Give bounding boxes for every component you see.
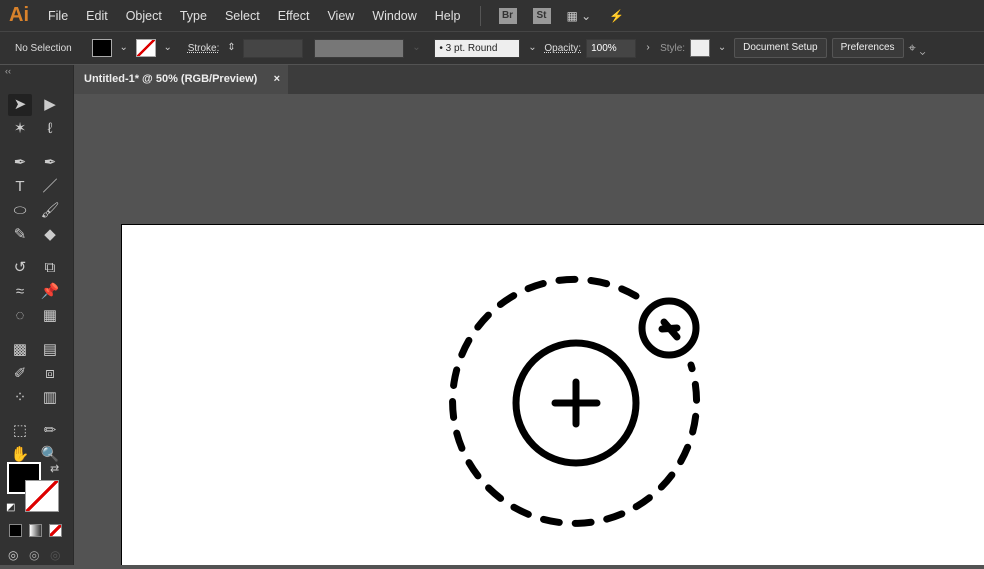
- stroke-label[interactable]: Stroke:: [188, 43, 220, 54]
- stroke-swatch[interactable]: [135, 39, 156, 57]
- swap-icon[interactable]: ⇄: [50, 462, 59, 475]
- menu-help[interactable]: Help: [426, 9, 470, 23]
- default-colors-icon[interactable]: ◩: [6, 502, 15, 513]
- tool-scale-icon[interactable]: ⧉: [38, 257, 62, 279]
- tool-lasso-icon[interactable]: ℓ: [38, 118, 62, 140]
- app-logo: Ai: [9, 4, 29, 26]
- menu-bar: Ai File Edit Object Type Select Effect V…: [0, 0, 984, 31]
- tool-direct-selection-icon[interactable]: ▶: [38, 94, 62, 116]
- tool-shaper-icon[interactable]: ✎: [8, 224, 32, 246]
- tool-curvature-icon[interactable]: ✒: [38, 152, 62, 174]
- bridge-icon[interactable]: Br: [498, 7, 517, 24]
- tool-mesh-icon[interactable]: ▩: [8, 339, 32, 361]
- stock-icon[interactable]: St: [532, 7, 551, 24]
- stroke-color-box[interactable]: [25, 480, 59, 512]
- tool-blend-icon[interactable]: ⧈: [38, 363, 62, 385]
- control-bar: No Selection ⌄ ⌄ Stroke: ⇕ ⌄ • 3 pt. Rou…: [0, 31, 984, 64]
- menu-effect[interactable]: Effect: [269, 9, 319, 23]
- arrange-icon[interactable]: ⌖ ⌄: [909, 40, 926, 56]
- brush-definition[interactable]: • 3 pt. Round: [434, 38, 521, 58]
- document-tab-bar: Untitled-1* @ 50% (RGB/Preview) ×: [74, 65, 984, 94]
- tool-eyedropper-icon[interactable]: ✐: [8, 363, 32, 385]
- tool-magic-wand-icon[interactable]: ✶: [8, 118, 32, 140]
- gradient-mode-icon[interactable]: [29, 524, 42, 537]
- draw-normal-icon[interactable]: ◎: [8, 548, 18, 562]
- collapse-icon[interactable]: ‹‹: [5, 66, 11, 76]
- tool-paintbrush-icon[interactable]: 🖌: [38, 200, 62, 222]
- opacity-label[interactable]: Opacity:: [544, 43, 581, 54]
- fill-swatch[interactable]: [91, 39, 112, 57]
- menu-object[interactable]: Object: [117, 9, 171, 23]
- tool-artboard-icon[interactable]: ⬚: [8, 420, 32, 442]
- tools-panel: ‹‹ ➤ ▶ ✶ ℓ ✒ ✒ T ／ ⬭ 🖌 ✎ ◆ ↺ ⧉ ≈ 📌 ◌ ▦ ▩ ▤ ✐ ⧈ ⁘ ▥ ⬚ ✏ ✋ 🔍 ⇄ ◩ ◎ ◎ …: [0, 65, 74, 565]
- tool-warp-icon[interactable]: ≈: [8, 281, 32, 303]
- opacity-input[interactable]: 100%: [586, 38, 637, 58]
- chevron-down-icon[interactable]: ⌄: [161, 39, 175, 57]
- menu-file[interactable]: File: [39, 9, 77, 23]
- menu-select[interactable]: Select: [216, 9, 269, 23]
- tool-gradient-icon[interactable]: ▤: [38, 339, 62, 361]
- menu-window[interactable]: Window: [363, 9, 425, 23]
- workspace-switcher-icon[interactable]: ▦ ⌄: [567, 9, 592, 23]
- chevron-down-icon[interactable]: ⌄: [715, 39, 729, 57]
- divider: [479, 5, 481, 26]
- tool-slice-icon[interactable]: ✏: [38, 420, 62, 442]
- none-mode-icon[interactable]: [49, 524, 62, 537]
- tab-title: Untitled-1* @ 50% (RGB/Preview): [84, 73, 258, 85]
- color-mode-icon[interactable]: [9, 524, 22, 537]
- graphic-style-swatch[interactable]: [690, 39, 711, 57]
- magnifier-mark: [658, 324, 681, 333]
- tool-perspective-grid-icon[interactable]: ▦: [38, 305, 62, 327]
- tab-untitled-1[interactable]: Untitled-1* @ 50% (RGB/Preview) ×: [74, 65, 288, 94]
- tool-rotate-icon[interactable]: ↺: [8, 257, 32, 279]
- tool-column-graph-icon[interactable]: ▥: [38, 387, 62, 409]
- chevron-down-icon[interactable]: ⌄: [117, 39, 131, 57]
- menu-edit[interactable]: Edit: [77, 9, 117, 23]
- tool-eraser-icon[interactable]: ◆: [38, 224, 62, 246]
- tool-ellipse-icon[interactable]: ⬭: [8, 200, 32, 222]
- preferences-button[interactable]: Preferences: [831, 38, 904, 58]
- menu-view[interactable]: View: [318, 9, 363, 23]
- tool-symbol-sprayer-icon[interactable]: ⁘: [8, 387, 32, 409]
- stroke-stepper[interactable]: ⇕: [224, 39, 238, 57]
- tool-shape-builder-icon[interactable]: ◌: [8, 305, 32, 327]
- document-setup-button[interactable]: Document Setup: [734, 38, 827, 58]
- style-label: Style:: [660, 42, 686, 54]
- draw-inside-icon[interactable]: ◎: [50, 548, 60, 562]
- tool-selection-icon[interactable]: ➤: [8, 94, 32, 116]
- close-icon[interactable]: ×: [274, 65, 280, 94]
- chevron-down-icon[interactable]: ⌄: [525, 39, 539, 57]
- tool-pen-icon[interactable]: ✒: [8, 152, 32, 174]
- menu-type[interactable]: Type: [171, 9, 216, 23]
- tool-puppet-warp-icon[interactable]: 📌: [38, 281, 62, 303]
- draw-behind-icon[interactable]: ◎: [29, 548, 39, 562]
- chevron-down-icon: ⌄: [412, 42, 421, 53]
- artboard[interactable]: [121, 224, 984, 565]
- chevron-right-icon[interactable]: ›: [641, 39, 655, 57]
- stroke-weight-input[interactable]: [243, 38, 304, 58]
- gpu-performance-icon[interactable]: ⚡: [609, 9, 624, 23]
- selection-status: No Selection: [15, 42, 72, 54]
- variable-width-profile[interactable]: [314, 38, 405, 58]
- brush-label: 3 pt. Round: [445, 42, 498, 54]
- tool-line-icon[interactable]: ／: [38, 176, 62, 198]
- tool-type-icon[interactable]: T: [8, 176, 32, 198]
- artwork: [449, 275, 701, 527]
